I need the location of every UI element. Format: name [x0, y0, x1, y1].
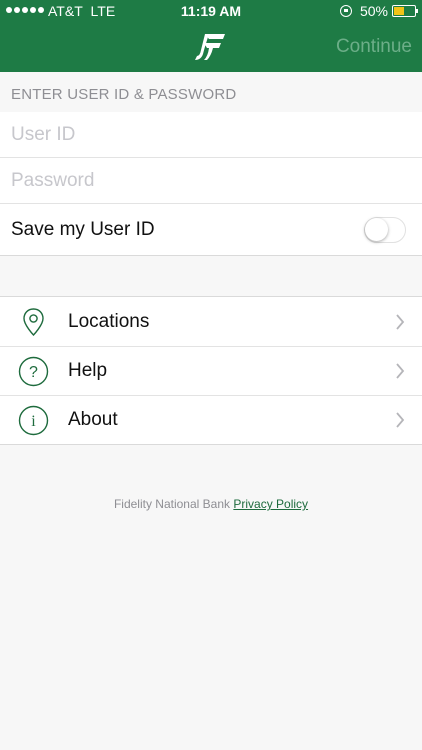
chevron-right-icon — [396, 363, 405, 379]
user-id-row — [0, 112, 422, 158]
privacy-policy-link[interactable]: Privacy Policy — [233, 497, 308, 511]
battery-icon — [392, 5, 418, 17]
question-icon: ? — [18, 356, 49, 387]
app-header: AT&T LTE 11:19 AM 50% Continue — [0, 0, 422, 72]
status-right: 50% — [339, 3, 418, 19]
info-icon: i — [18, 405, 49, 436]
menu-item-help[interactable]: ? Help — [0, 346, 422, 395]
login-form: Save my User ID — [0, 112, 422, 256]
password-input[interactable] — [11, 158, 411, 204]
menu-item-label: Locations — [68, 311, 150, 332]
login-section-title: ENTER USER ID & PASSWORD — [11, 86, 237, 103]
bank-name: Fidelity National Bank — [113, 497, 231, 511]
save-user-id-row: Save my User ID — [0, 204, 422, 255]
fidelity-logo-icon — [195, 34, 225, 60]
footer: Fidelity National Bank Privacy Policy — [0, 497, 422, 511]
continue-button[interactable]: Continue — [336, 36, 412, 58]
password-row — [0, 158, 422, 204]
menu-list: Locations ? Help i About — [0, 296, 422, 445]
chevron-right-icon — [396, 412, 405, 428]
battery-fill — [394, 7, 404, 15]
toggle-knob — [365, 218, 388, 241]
location-pin-icon — [23, 308, 44, 337]
save-user-id-toggle[interactable] — [364, 217, 406, 243]
svg-text:?: ? — [29, 364, 38, 381]
user-id-input[interactable] — [11, 112, 411, 158]
menu-item-label: Help — [68, 360, 108, 381]
svg-text:i: i — [31, 413, 36, 430]
rotation-lock-icon — [339, 5, 352, 17]
status-bar: AT&T LTE 11:19 AM 50% — [0, 0, 422, 24]
menu-item-label: About — [68, 409, 118, 430]
save-user-id-label: Save my User ID — [11, 219, 155, 240]
chevron-right-icon — [396, 314, 405, 330]
battery-percent: 50% — [359, 3, 388, 19]
menu-item-locations[interactable]: Locations — [0, 297, 422, 346]
menu-item-about[interactable]: i About — [0, 395, 422, 444]
